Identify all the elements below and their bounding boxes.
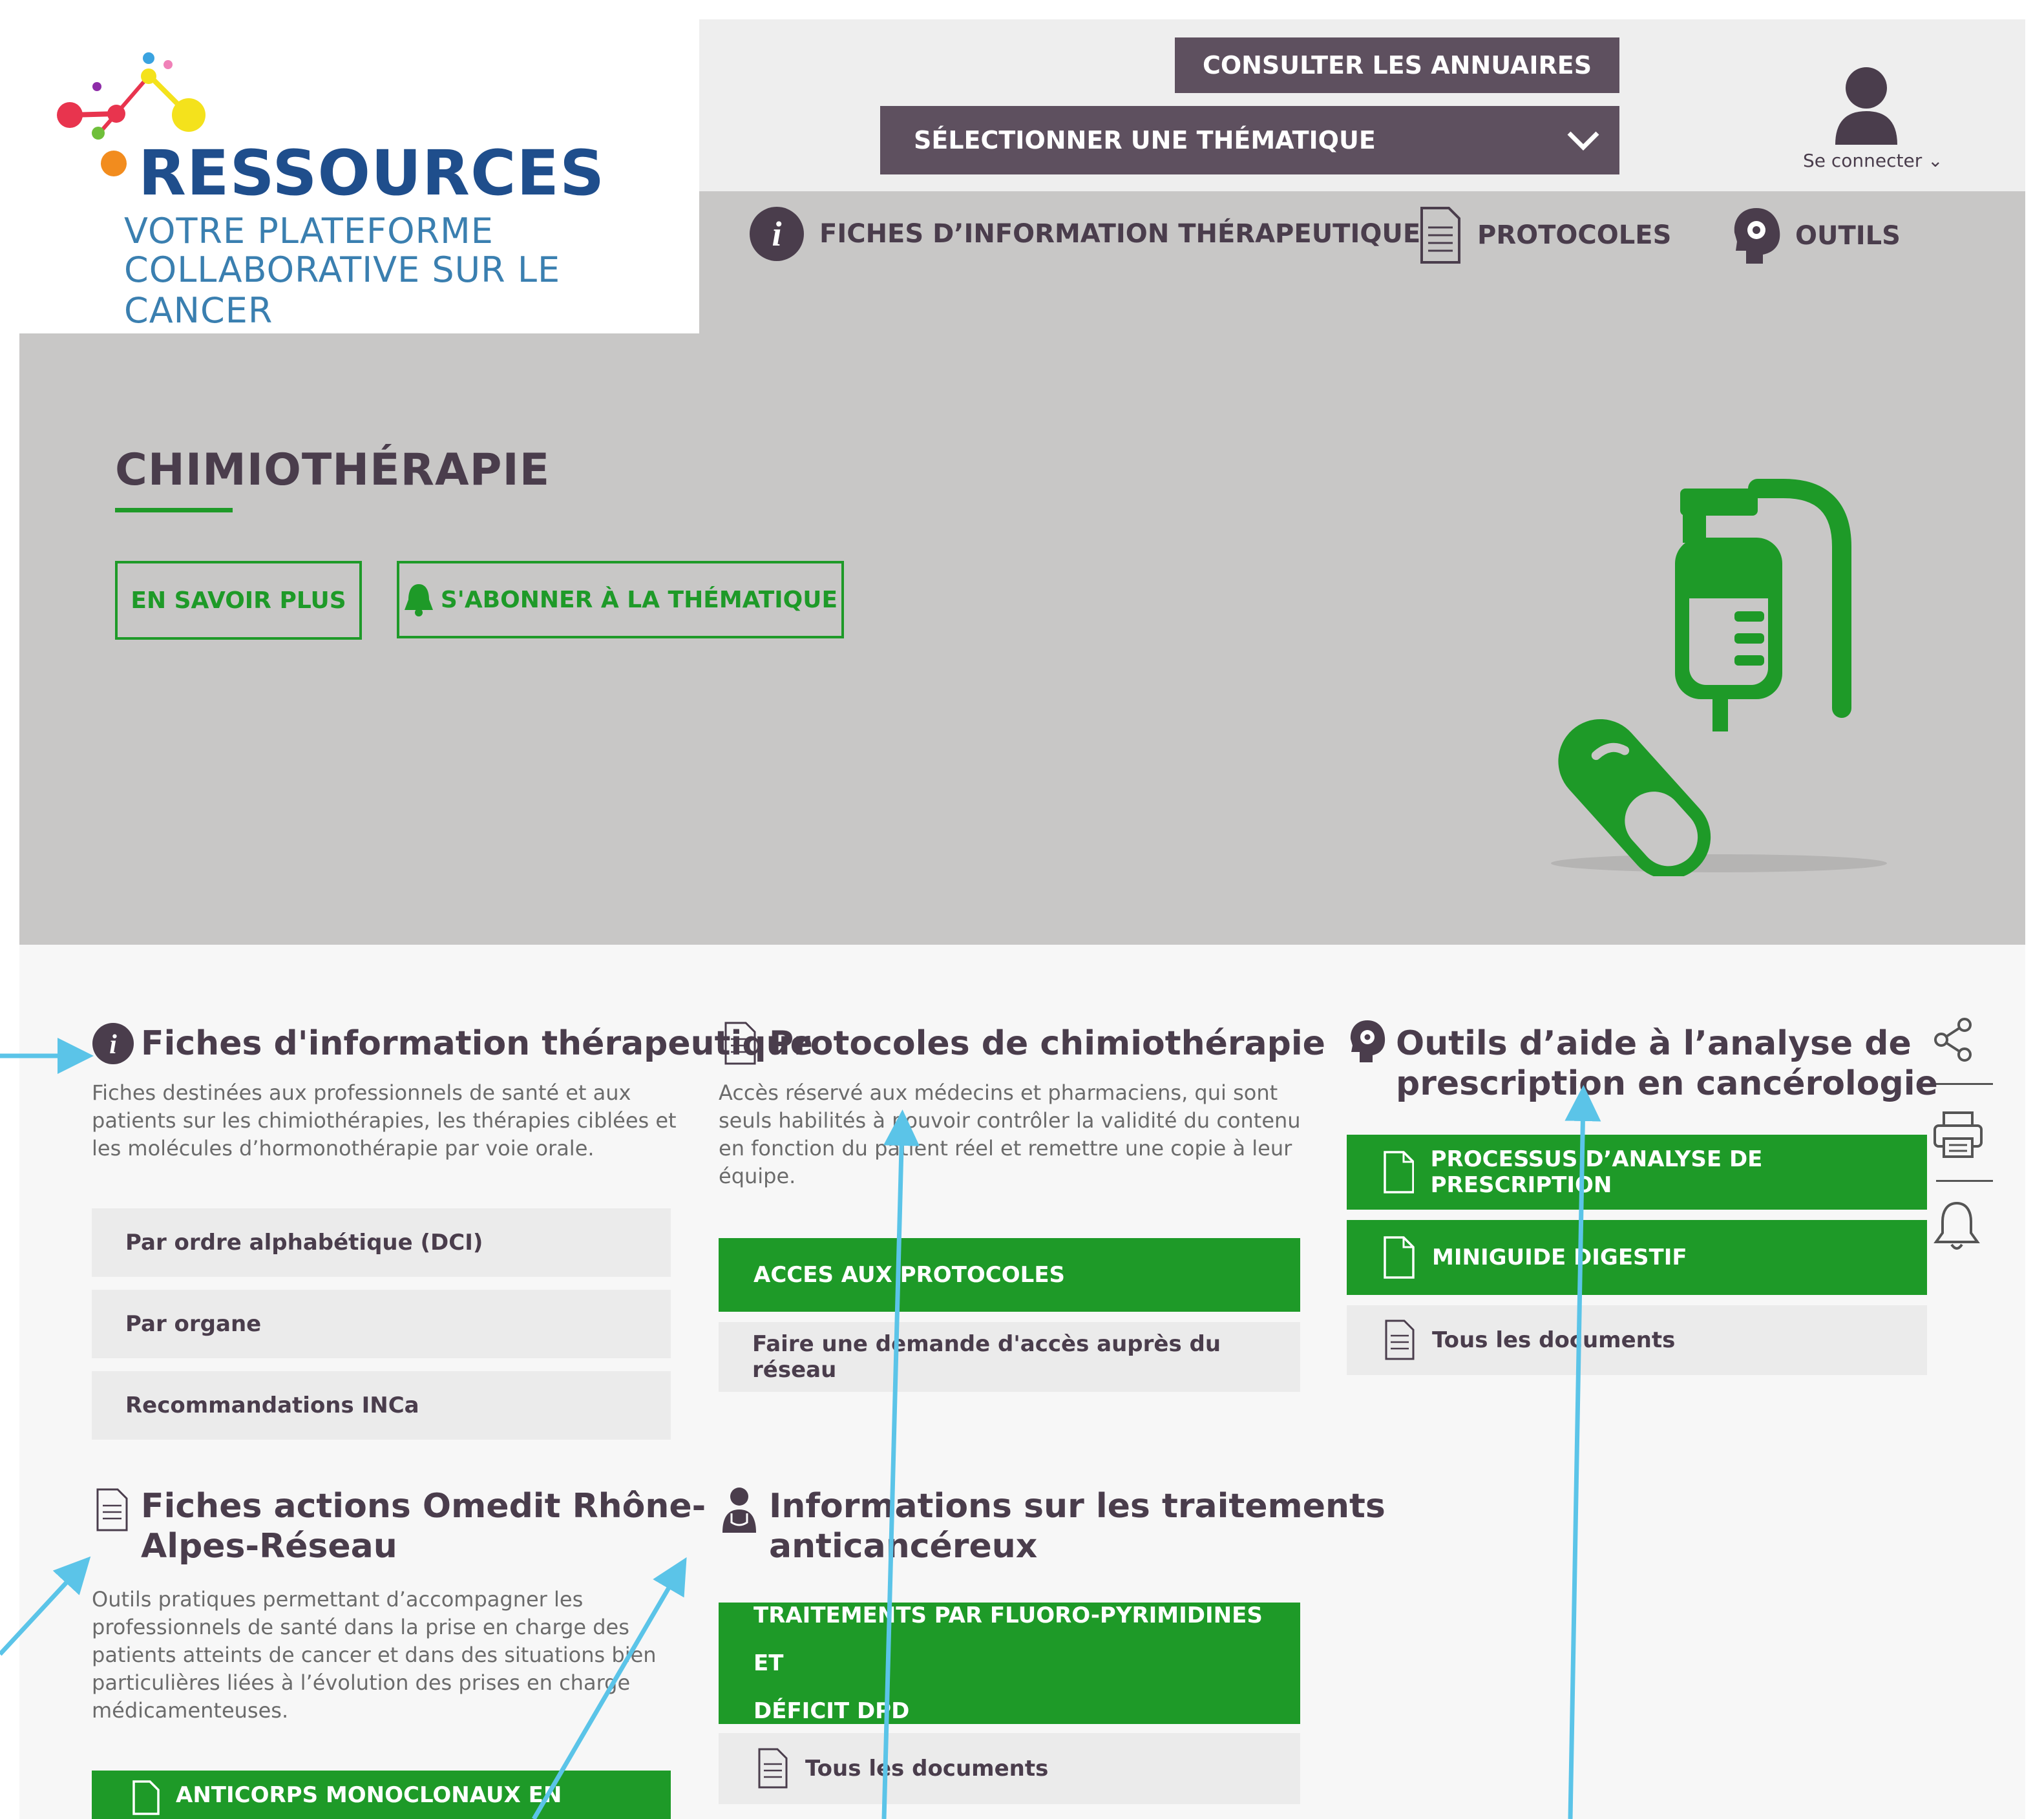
annotation-arrows [0,1038,1601,1819]
